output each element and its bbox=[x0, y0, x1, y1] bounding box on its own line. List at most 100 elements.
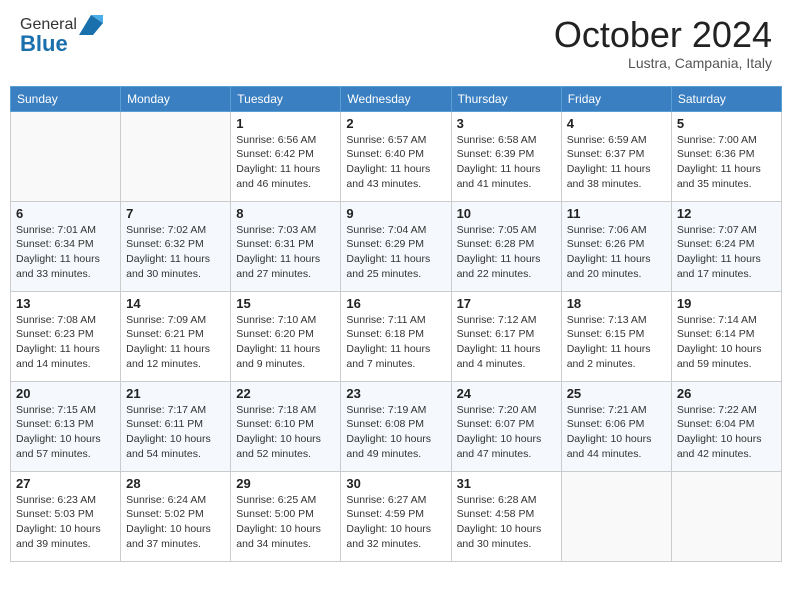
day-info: Sunrise: 7:07 AM Sunset: 6:24 PM Dayligh… bbox=[677, 223, 776, 282]
day-number: 16 bbox=[346, 296, 445, 311]
day-number: 3 bbox=[457, 116, 556, 131]
day-number: 9 bbox=[346, 206, 445, 221]
day-number: 17 bbox=[457, 296, 556, 311]
calendar-cell: 12 Sunrise: 7:07 AM Sunset: 6:24 PM Dayli… bbox=[671, 201, 781, 291]
day-info: Sunrise: 7:14 AM Sunset: 6:14 PM Dayligh… bbox=[677, 313, 776, 372]
calendar-table: SundayMondayTuesdayWednesdayThursdayFrid… bbox=[10, 86, 782, 562]
calendar-cell: 20 Sunrise: 7:15 AM Sunset: 6:13 PM Dayli… bbox=[11, 381, 121, 471]
month-title: October 2024 bbox=[554, 15, 772, 55]
calendar-cell bbox=[561, 471, 671, 561]
day-number: 31 bbox=[457, 476, 556, 491]
day-number: 14 bbox=[126, 296, 225, 311]
calendar-cell: 19 Sunrise: 7:14 AM Sunset: 6:14 PM Dayli… bbox=[671, 291, 781, 381]
page-header: General Blue October 2024 Lustra, Campan… bbox=[10, 10, 782, 76]
day-info: Sunrise: 7:10 AM Sunset: 6:20 PM Dayligh… bbox=[236, 313, 335, 372]
calendar-cell: 6Sunrise: 7:01 AM Sunset: 6:34 PM Daylig… bbox=[11, 201, 121, 291]
calendar-cell: 17Sunrise: 7:12 AM Sunset: 6:17 PM Dayli… bbox=[451, 291, 561, 381]
day-info: Sunrise: 7:09 AM Sunset: 6:21 PM Dayligh… bbox=[126, 313, 225, 372]
day-number: 22 bbox=[236, 386, 335, 401]
weekday-header-thursday: Thursday bbox=[451, 86, 561, 111]
day-info: Sunrise: 7:08 AM Sunset: 6:23 PM Dayligh… bbox=[16, 313, 115, 372]
day-info: Sunrise: 7:20 AM Sunset: 6:07 PM Dayligh… bbox=[457, 403, 556, 462]
logo: General Blue bbox=[20, 15, 103, 57]
calendar-cell: 14 Sunrise: 7:09 AM Sunset: 6:21 PM Dayli… bbox=[121, 291, 231, 381]
weekday-header-tuesday: Tuesday bbox=[231, 86, 341, 111]
location: Lustra, Campania, Italy bbox=[554, 55, 772, 71]
calendar-cell: 27 Sunrise: 6:23 AM Sunset: 5:03 PM Dayli… bbox=[11, 471, 121, 561]
day-info: Sunrise: 7:03 AM Sunset: 6:31 PM Dayligh… bbox=[236, 223, 335, 282]
day-info: Sunrise: 7:13 AM Sunset: 6:15 PM Dayligh… bbox=[567, 313, 666, 372]
week-row-1: 1 Sunrise: 6:56 AM Sunset: 6:42 PM Daylig… bbox=[11, 111, 782, 201]
calendar-cell: 26 Sunrise: 7:22 AM Sunset: 6:04 PM Dayli… bbox=[671, 381, 781, 471]
day-number: 6 bbox=[16, 206, 115, 221]
calendar-cell: 16 Sunrise: 7:11 AM Sunset: 6:18 PM Dayli… bbox=[341, 291, 451, 381]
calendar-cell: 15 Sunrise: 7:10 AM Sunset: 6:20 PM Dayli… bbox=[231, 291, 341, 381]
weekday-header-friday: Friday bbox=[561, 86, 671, 111]
calendar-cell: 3 Sunrise: 6:58 AM Sunset: 6:39 PM Daylig… bbox=[451, 111, 561, 201]
calendar-cell: 8Sunrise: 7:03 AM Sunset: 6:31 PM Daylig… bbox=[231, 201, 341, 291]
title-block: October 2024 Lustra, Campania, Italy bbox=[554, 15, 772, 71]
day-number: 11 bbox=[567, 206, 666, 221]
day-number: 4 bbox=[567, 116, 666, 131]
day-number: 27 bbox=[16, 476, 115, 491]
weekday-header-row: SundayMondayTuesdayWednesdayThursdayFrid… bbox=[11, 86, 782, 111]
weekday-header-saturday: Saturday bbox=[671, 86, 781, 111]
day-number: 19 bbox=[677, 296, 776, 311]
calendar-cell: 24 Sunrise: 7:20 AM Sunset: 6:07 PM Dayli… bbox=[451, 381, 561, 471]
week-row-3: 13 Sunrise: 7:08 AM Sunset: 6:23 PM Dayli… bbox=[11, 291, 782, 381]
day-number: 5 bbox=[677, 116, 776, 131]
calendar-cell: 10 Sunrise: 7:05 AM Sunset: 6:28 PM Dayli… bbox=[451, 201, 561, 291]
calendar-cell bbox=[121, 111, 231, 201]
day-info: Sunrise: 7:00 AM Sunset: 6:36 PM Dayligh… bbox=[677, 133, 776, 192]
day-info: Sunrise: 7:19 AM Sunset: 6:08 PM Dayligh… bbox=[346, 403, 445, 462]
calendar-cell: 2 Sunrise: 6:57 AM Sunset: 6:40 PM Daylig… bbox=[341, 111, 451, 201]
day-info: Sunrise: 7:11 AM Sunset: 6:18 PM Dayligh… bbox=[346, 313, 445, 372]
day-info: Sunrise: 6:27 AM Sunset: 4:59 PM Dayligh… bbox=[346, 493, 445, 552]
day-info: Sunrise: 6:57 AM Sunset: 6:40 PM Dayligh… bbox=[346, 133, 445, 192]
calendar-cell: 23 Sunrise: 7:19 AM Sunset: 6:08 PM Dayli… bbox=[341, 381, 451, 471]
day-number: 7 bbox=[126, 206, 225, 221]
calendar-cell: 4Sunrise: 6:59 AM Sunset: 6:37 PM Daylig… bbox=[561, 111, 671, 201]
calendar-cell bbox=[11, 111, 121, 201]
day-info: Sunrise: 7:21 AM Sunset: 6:06 PM Dayligh… bbox=[567, 403, 666, 462]
day-number: 23 bbox=[346, 386, 445, 401]
day-info: Sunrise: 7:02 AM Sunset: 6:32 PM Dayligh… bbox=[126, 223, 225, 282]
day-number: 1 bbox=[236, 116, 335, 131]
weekday-header-sunday: Sunday bbox=[11, 86, 121, 111]
calendar-cell bbox=[671, 471, 781, 561]
calendar-cell: 25 Sunrise: 7:21 AM Sunset: 6:06 PM Dayli… bbox=[561, 381, 671, 471]
calendar-cell: 18 Sunrise: 7:13 AM Sunset: 6:15 PM Dayli… bbox=[561, 291, 671, 381]
day-info: Sunrise: 6:58 AM Sunset: 6:39 PM Dayligh… bbox=[457, 133, 556, 192]
day-info: Sunrise: 7:04 AM Sunset: 6:29 PM Dayligh… bbox=[346, 223, 445, 282]
calendar-cell: 7 Sunrise: 7:02 AM Sunset: 6:32 PM Daylig… bbox=[121, 201, 231, 291]
day-number: 18 bbox=[567, 296, 666, 311]
week-row-2: 6Sunrise: 7:01 AM Sunset: 6:34 PM Daylig… bbox=[11, 201, 782, 291]
day-number: 26 bbox=[677, 386, 776, 401]
day-info: Sunrise: 6:23 AM Sunset: 5:03 PM Dayligh… bbox=[16, 493, 115, 552]
calendar-cell: 28Sunrise: 6:24 AM Sunset: 5:02 PM Dayli… bbox=[121, 471, 231, 561]
calendar-cell: 9 Sunrise: 7:04 AM Sunset: 6:29 PM Daylig… bbox=[341, 201, 451, 291]
day-number: 20 bbox=[16, 386, 115, 401]
week-row-4: 20 Sunrise: 7:15 AM Sunset: 6:13 PM Dayli… bbox=[11, 381, 782, 471]
day-info: Sunrise: 7:05 AM Sunset: 6:28 PM Dayligh… bbox=[457, 223, 556, 282]
day-number: 10 bbox=[457, 206, 556, 221]
day-info: Sunrise: 7:22 AM Sunset: 6:04 PM Dayligh… bbox=[677, 403, 776, 462]
week-row-5: 27 Sunrise: 6:23 AM Sunset: 5:03 PM Dayli… bbox=[11, 471, 782, 561]
day-number: 13 bbox=[16, 296, 115, 311]
calendar-cell: 5 Sunrise: 7:00 AM Sunset: 6:36 PM Daylig… bbox=[671, 111, 781, 201]
logo-icon bbox=[79, 15, 103, 35]
day-number: 24 bbox=[457, 386, 556, 401]
day-info: Sunrise: 7:15 AM Sunset: 6:13 PM Dayligh… bbox=[16, 403, 115, 462]
day-number: 15 bbox=[236, 296, 335, 311]
calendar-cell: 11Sunrise: 7:06 AM Sunset: 6:26 PM Dayli… bbox=[561, 201, 671, 291]
day-number: 2 bbox=[346, 116, 445, 131]
day-info: Sunrise: 6:28 AM Sunset: 4:58 PM Dayligh… bbox=[457, 493, 556, 552]
day-info: Sunrise: 6:24 AM Sunset: 5:02 PM Dayligh… bbox=[126, 493, 225, 552]
weekday-header-wednesday: Wednesday bbox=[341, 86, 451, 111]
day-info: Sunrise: 7:17 AM Sunset: 6:11 PM Dayligh… bbox=[126, 403, 225, 462]
day-info: Sunrise: 6:56 AM Sunset: 6:42 PM Dayligh… bbox=[236, 133, 335, 192]
day-number: 25 bbox=[567, 386, 666, 401]
day-number: 12 bbox=[677, 206, 776, 221]
calendar-cell: 31 Sunrise: 6:28 AM Sunset: 4:58 PM Dayli… bbox=[451, 471, 561, 561]
calendar-cell: 1 Sunrise: 6:56 AM Sunset: 6:42 PM Daylig… bbox=[231, 111, 341, 201]
